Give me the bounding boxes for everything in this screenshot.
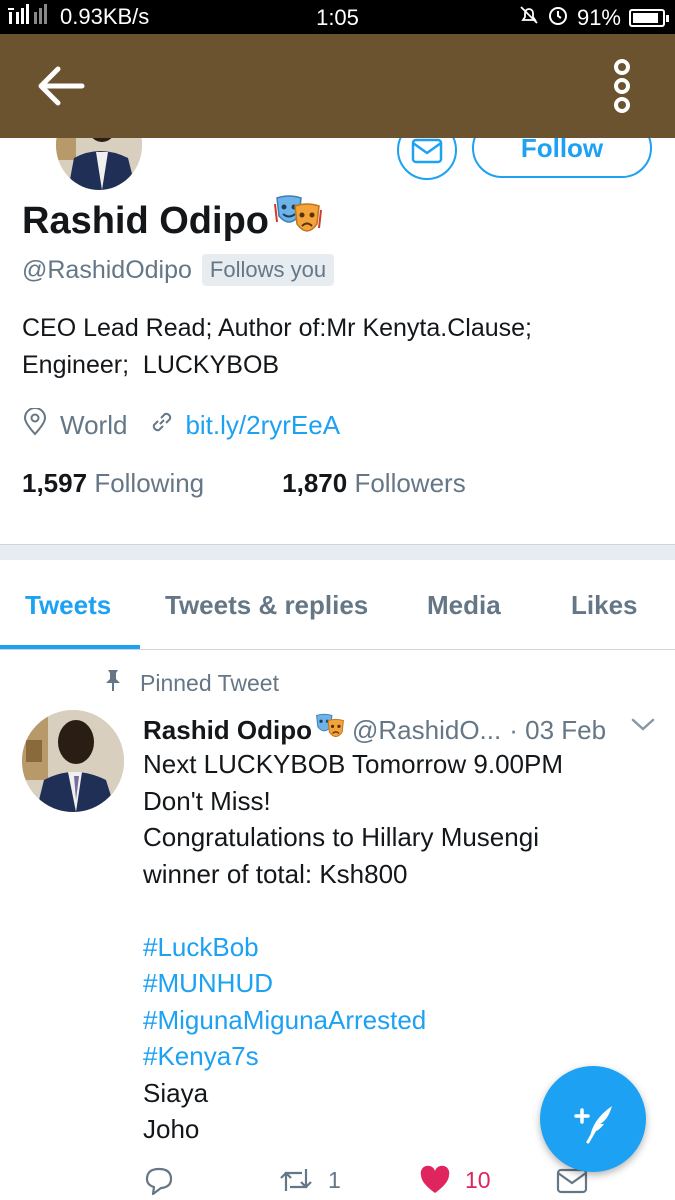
following-label: Following: [94, 468, 205, 498]
tweet-line: Don't Miss!: [143, 785, 271, 816]
active-tab-indicator: [0, 645, 140, 649]
following-stat[interactable]: 1,597 Following: [22, 468, 204, 499]
back-arrow-icon: [38, 66, 85, 106]
profile-handle: @RashidOdipo: [22, 255, 192, 284]
profile-name-text: Rashid Odipo: [22, 199, 269, 242]
profile-bio: CEO Lead Read; Author of:Mr Kenyta.Claus…: [22, 310, 652, 384]
tweet-line: winner of total: Ksh800: [143, 858, 408, 889]
link-icon: [149, 409, 175, 442]
battery-icon: [629, 9, 669, 27]
pin-icon: [104, 668, 122, 698]
tab-media[interactable]: Media: [427, 590, 501, 621]
tweet-avatar[interactable]: [22, 710, 124, 812]
section-divider: [0, 544, 675, 560]
tweet-header: Rashid Odipo @RashidO... · 03 Feb: [143, 712, 606, 749]
mute-bell-icon: [519, 5, 539, 31]
tab-likes[interactable]: Likes: [571, 590, 638, 621]
location-pin-icon: [22, 407, 48, 443]
heart-icon: [420, 1165, 450, 1193]
tweet-author-handle: @RashidO...: [352, 715, 502, 745]
reply-button[interactable]: [143, 1165, 175, 1197]
tweet-line: Next LUCKYBOB Tomorrow 9.00PM: [143, 749, 563, 779]
followers-stat[interactable]: 1,870 Followers: [282, 468, 466, 499]
pinned-tweet-label: Pinned Tweet: [104, 668, 279, 698]
more-options-button[interactable]: [606, 58, 638, 114]
status-right: 91%: [519, 4, 669, 32]
profile-meta: World bit.ly/2ryrEeA: [22, 407, 340, 443]
app-header: [0, 34, 675, 138]
tab-tweets-replies[interactable]: Tweets & replies: [165, 590, 368, 621]
theater-masks-emoji-icon: [314, 712, 346, 749]
profile-name: Rashid Odipo: [22, 194, 323, 248]
tweet-menu-button[interactable]: [630, 716, 656, 739]
followers-label: Followers: [354, 468, 466, 498]
handle-row: @RashidOdipo Follows you: [22, 254, 335, 286]
followers-count: 1,870: [282, 468, 348, 498]
profile-location: World: [60, 410, 128, 440]
chevron-down-icon: [631, 718, 655, 731]
retweet-count: 1: [328, 1166, 341, 1193]
retweet-icon: [280, 1169, 312, 1191]
bio-line: Engineer; LUCKYBOB: [22, 351, 280, 379]
profile-website-link[interactable]: bit.ly/2ryrEeA: [185, 410, 340, 441]
tab-tweets[interactable]: Tweets: [25, 590, 111, 621]
tweet-date: · 03 Feb: [509, 715, 607, 745]
profile-stats: 1,597 Following 1,870 Followers: [22, 468, 466, 499]
profile-tabs: Tweets Tweets & replies Media Likes: [0, 560, 675, 650]
tweet-line: Congratulations to Hillary Musengi: [143, 822, 539, 852]
more-options-icon: [614, 59, 630, 113]
like-button[interactable]: 10: [419, 1165, 491, 1195]
hashtag-link[interactable]: #MUNHUD: [143, 965, 663, 1002]
battery-percent: 91%: [576, 5, 621, 30]
follows-you-badge: Follows you: [201, 254, 335, 286]
theater-masks-emoji-icon: [273, 194, 323, 248]
hashtag-link[interactable]: #LuckBob: [143, 929, 663, 966]
hashtag-link[interactable]: #MigunaMigunaArrested: [143, 1002, 663, 1039]
reply-icon: [145, 1167, 173, 1196]
tweet-author-name[interactable]: Rashid Odipo: [143, 715, 312, 746]
alarm-icon: [547, 4, 569, 32]
compose-tweet-button[interactable]: [540, 1066, 646, 1172]
compose-icon: [574, 1106, 612, 1144]
bio-line: CEO Lead Read; Author of:Mr Kenyta.Claus…: [22, 314, 532, 342]
status-bar: 0.93KB/s 1:05 91%: [0, 0, 675, 34]
pinned-tweet-text: Pinned Tweet: [140, 669, 279, 696]
following-count: 1,597: [22, 468, 88, 498]
back-button[interactable]: [36, 64, 86, 108]
like-count: 10: [465, 1166, 491, 1193]
retweet-button[interactable]: 1: [278, 1165, 341, 1195]
